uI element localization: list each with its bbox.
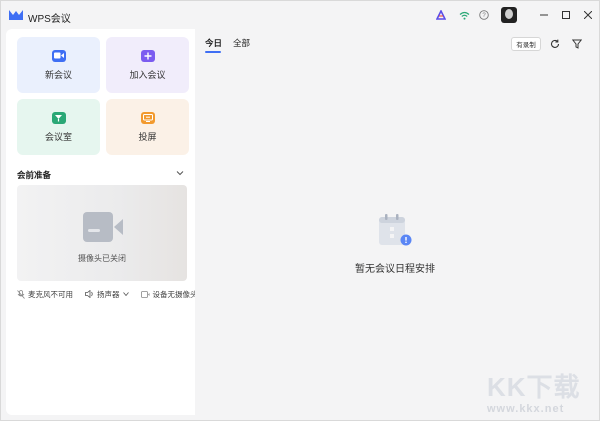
plus-icon (140, 49, 155, 62)
speaker-selector[interactable]: 扬声器 (85, 289, 129, 300)
device-bar: 麦克风不可用 扬声器 设备无摄像头 (17, 288, 198, 300)
camera-preview: 摄像头已关闭 (17, 185, 187, 281)
join-meeting-label: 加入会议 (129, 69, 166, 80)
new-meeting-button[interactable]: 新会议 (17, 37, 100, 93)
recording-filter-button[interactable]: 有录制 (511, 37, 541, 51)
camera-icon (140, 290, 149, 298)
speaker-icon (85, 290, 93, 298)
watermark-brand: KK下载 (487, 372, 581, 402)
schedule-panel: 今日 全部 有录制 暂无会议日程安排 (195, 29, 595, 415)
screen-cast-button[interactable]: 投屏 (106, 99, 189, 155)
screen-cast-icon (140, 111, 155, 124)
camera-selector[interactable]: 设备无摄像头 (140, 289, 198, 300)
active-tab-indicator (205, 51, 221, 53)
tab-today[interactable]: 今日 (205, 37, 222, 49)
help-icon[interactable]: ? (477, 8, 491, 22)
meeting-room-icon (51, 111, 66, 124)
empty-state-text: 暂无会议日程安排 (355, 264, 435, 275)
video-camera-icon (51, 49, 66, 62)
meeting-room-button[interactable]: 会议室 (17, 99, 100, 155)
mic-off-icon (17, 289, 25, 299)
title-bar: WPS会议 ? (1, 1, 599, 29)
chevron-down-icon[interactable] (176, 169, 184, 178)
close-icon[interactable] (580, 7, 596, 23)
wifi-icon[interactable] (457, 8, 471, 22)
app-window: WPS会议 ? 新会议 加入会议 会议室 投屏 会前准备 摄像头已关闭 麦克风不… (0, 0, 600, 421)
svg-text:?: ? (482, 13, 486, 19)
chevron-down-icon (122, 292, 129, 296)
refresh-icon[interactable] (548, 37, 562, 51)
speaker-label: 扬声器 (97, 289, 120, 299)
camera-device-label: 设备无摄像头 (152, 289, 198, 299)
minimize-icon[interactable] (536, 7, 552, 23)
mic-selector[interactable]: 麦克风不可用 (17, 289, 73, 300)
join-meeting-button[interactable]: 加入会议 (106, 37, 189, 93)
filter-icon[interactable] (570, 37, 584, 51)
camera-status: 摄像头已关闭 (78, 254, 126, 263)
watermark-url: www.kkx.net (487, 403, 565, 415)
app-title: WPS会议 (28, 14, 71, 25)
pre-meeting-title: 会前准备 (17, 170, 52, 180)
left-panel: 新会议 加入会议 会议室 投屏 会前准备 摄像头已关闭 麦克风不可用 扬声器 设… (6, 29, 198, 415)
empty-calendar-icon (379, 214, 412, 246)
new-meeting-label: 新会议 (44, 69, 72, 80)
mic-label: 麦克风不可用 (28, 289, 73, 299)
camera-off-icon (83, 212, 123, 242)
maximize-icon[interactable] (558, 7, 574, 23)
meeting-room-label: 会议室 (44, 131, 72, 142)
wps-meeting-logo-icon (9, 10, 23, 20)
ai-icon[interactable] (434, 8, 448, 22)
screen-cast-label: 投屏 (138, 131, 157, 142)
avatar[interactable] (501, 7, 517, 23)
tab-all[interactable]: 全部 (233, 37, 250, 49)
